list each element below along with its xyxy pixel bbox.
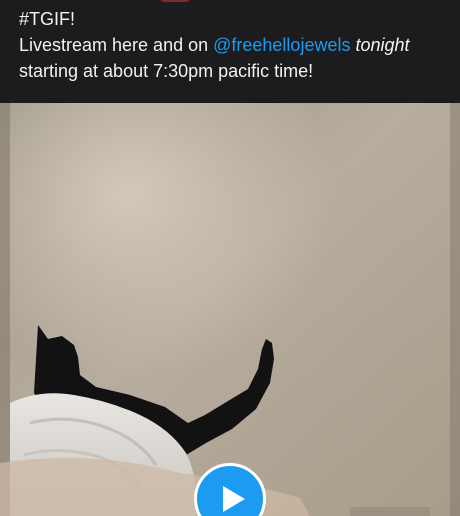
emoji-fragment [160,0,190,2]
tweet-card: #TGIF! Livestream here and on @freehello… [0,0,460,516]
livestream-prefix: Livestream here and on [19,35,214,55]
play-icon [223,486,245,512]
livestream-line: Livestream here and on @freehellojewels … [19,32,449,58]
time-line: starting at about 7:30pm pacific time! [19,61,314,81]
tweet-text: #TGIF! Livestream here and on @freehello… [19,6,449,84]
tonight-text: tonight [355,35,410,55]
video-frame [0,103,460,516]
video-thumbnail[interactable] [0,103,460,516]
hashtag-line[interactable]: #TGIF! [19,6,449,32]
mention-link[interactable]: @freehellojewels [213,35,350,55]
